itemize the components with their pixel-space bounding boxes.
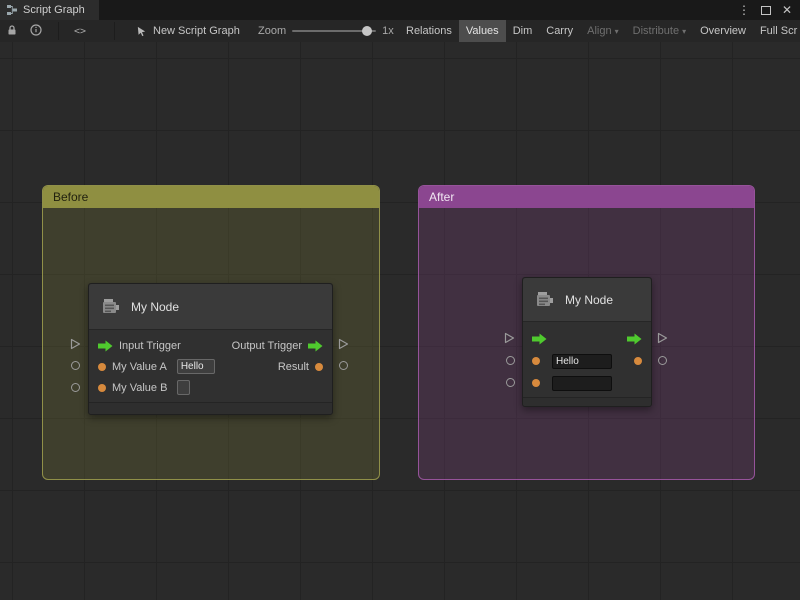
relations-button[interactable]: Relations bbox=[399, 20, 459, 42]
value-b-input[interactable] bbox=[177, 380, 190, 395]
overview-button[interactable]: Overview bbox=[693, 20, 753, 42]
restore-icon[interactable] bbox=[761, 6, 771, 15]
zoom-label: Zoom bbox=[258, 25, 286, 37]
distribute-dropdown[interactable]: Distribute ▾ bbox=[626, 20, 693, 42]
toolbar-separator bbox=[114, 22, 115, 40]
align-dropdown[interactable]: Align ▾ bbox=[580, 20, 625, 42]
port-row: My Value A Result bbox=[89, 356, 332, 377]
node-body bbox=[523, 322, 651, 397]
port-row bbox=[523, 328, 651, 350]
node-title: My Node bbox=[131, 300, 179, 314]
zoom-value: 1x bbox=[382, 25, 394, 37]
node-my-node-after[interactable]: My Node bbox=[522, 277, 652, 407]
value-a-input[interactable] bbox=[177, 359, 215, 374]
port-row bbox=[523, 372, 651, 394]
value-port-stub-icon[interactable] bbox=[658, 356, 667, 365]
port-row: Input Trigger Output Trigger bbox=[89, 335, 332, 356]
value-port-stub-icon[interactable] bbox=[506, 356, 515, 365]
unit-icon bbox=[534, 289, 556, 311]
carry-button[interactable]: Carry bbox=[539, 20, 580, 42]
flow-port-stub-icon[interactable] bbox=[504, 332, 515, 344]
close-icon[interactable]: ✕ bbox=[782, 3, 792, 17]
value-port-stub-icon[interactable] bbox=[339, 361, 348, 370]
port-row bbox=[523, 350, 651, 372]
flow-port-stub-icon[interactable] bbox=[338, 338, 349, 350]
zoom-slider-handle[interactable] bbox=[362, 26, 372, 36]
port-label: Input Trigger bbox=[119, 340, 181, 352]
script-graph-icon bbox=[6, 4, 18, 16]
flow-output-port-icon[interactable] bbox=[627, 333, 642, 345]
edit-source-icon[interactable]: <> bbox=[74, 26, 86, 37]
value-a-input[interactable] bbox=[552, 354, 612, 369]
node-header[interactable]: My Node bbox=[89, 284, 332, 330]
port-label: My Value A bbox=[112, 361, 167, 373]
group-title: After bbox=[429, 190, 454, 204]
group-after-header[interactable]: After bbox=[419, 186, 754, 208]
group-title: Before bbox=[53, 190, 88, 204]
node-footer bbox=[523, 397, 651, 406]
flow-input-port-icon[interactable] bbox=[98, 340, 113, 352]
flow-port-stub-icon[interactable] bbox=[657, 332, 668, 344]
flow-output-port-icon[interactable] bbox=[308, 340, 323, 352]
graph-canvas[interactable]: Before After My Node bbox=[0, 42, 800, 600]
graph-breadcrumb[interactable]: New Script Graph bbox=[136, 20, 240, 42]
node-my-node-before[interactable]: My Node Input Trigger Output Trigger bbox=[88, 283, 333, 415]
fullscreen-button[interactable]: Full Scr bbox=[753, 20, 800, 42]
unity-script-graph-window: Script Graph ⋮ ✕ bbox=[0, 0, 800, 600]
values-button[interactable]: Values bbox=[459, 20, 506, 42]
group-before-header[interactable]: Before bbox=[43, 186, 379, 208]
zoom-slider[interactable] bbox=[292, 30, 376, 32]
tab-bar: Script Graph ⋮ ✕ bbox=[0, 0, 800, 20]
node-footer bbox=[89, 402, 332, 414]
port-label: My Value B bbox=[112, 382, 167, 394]
window-controls: ⋮ ✕ bbox=[738, 0, 800, 20]
graph-toolbar: <> New Script Graph Zoom 1x Relations Va… bbox=[0, 20, 800, 43]
port-row: My Value B bbox=[89, 377, 332, 398]
value-input-port-icon[interactable] bbox=[532, 357, 540, 365]
flow-port-stub-icon[interactable] bbox=[70, 338, 81, 350]
value-port-stub-icon[interactable] bbox=[506, 378, 515, 387]
lock-icon[interactable] bbox=[6, 24, 18, 39]
flow-input-port-icon[interactable] bbox=[532, 333, 547, 345]
value-input-port-icon[interactable] bbox=[98, 384, 106, 392]
port-label: Result bbox=[278, 361, 309, 373]
unit-icon bbox=[100, 296, 122, 318]
node-title: My Node bbox=[565, 293, 613, 307]
menu-icon[interactable]: ⋮ bbox=[738, 3, 750, 17]
value-port-stub-icon[interactable] bbox=[71, 361, 80, 370]
value-output-port-icon[interactable] bbox=[315, 363, 323, 371]
node-header[interactable]: My Node bbox=[523, 278, 651, 322]
port-label: Output Trigger bbox=[232, 340, 302, 352]
node-body: Input Trigger Output Trigger My Value A bbox=[89, 330, 332, 402]
zoom-control: Zoom 1x bbox=[258, 20, 394, 42]
value-input-port-icon[interactable] bbox=[532, 379, 540, 387]
chevron-down-icon: ▾ bbox=[615, 27, 619, 36]
info-icon[interactable] bbox=[30, 24, 42, 39]
chevron-down-icon: ▾ bbox=[682, 27, 686, 36]
graph-cursor-icon bbox=[136, 26, 147, 37]
value-port-stub-icon[interactable] bbox=[71, 383, 80, 392]
graph-name-label: New Script Graph bbox=[153, 25, 240, 37]
value-b-input[interactable] bbox=[552, 376, 612, 391]
toolbar-separator bbox=[58, 22, 59, 40]
value-output-port-icon[interactable] bbox=[634, 357, 642, 365]
value-input-port-icon[interactable] bbox=[98, 363, 106, 371]
dim-button[interactable]: Dim bbox=[506, 20, 540, 42]
tab-script-graph[interactable]: Script Graph bbox=[0, 0, 99, 20]
tab-title: Script Graph bbox=[23, 4, 85, 16]
